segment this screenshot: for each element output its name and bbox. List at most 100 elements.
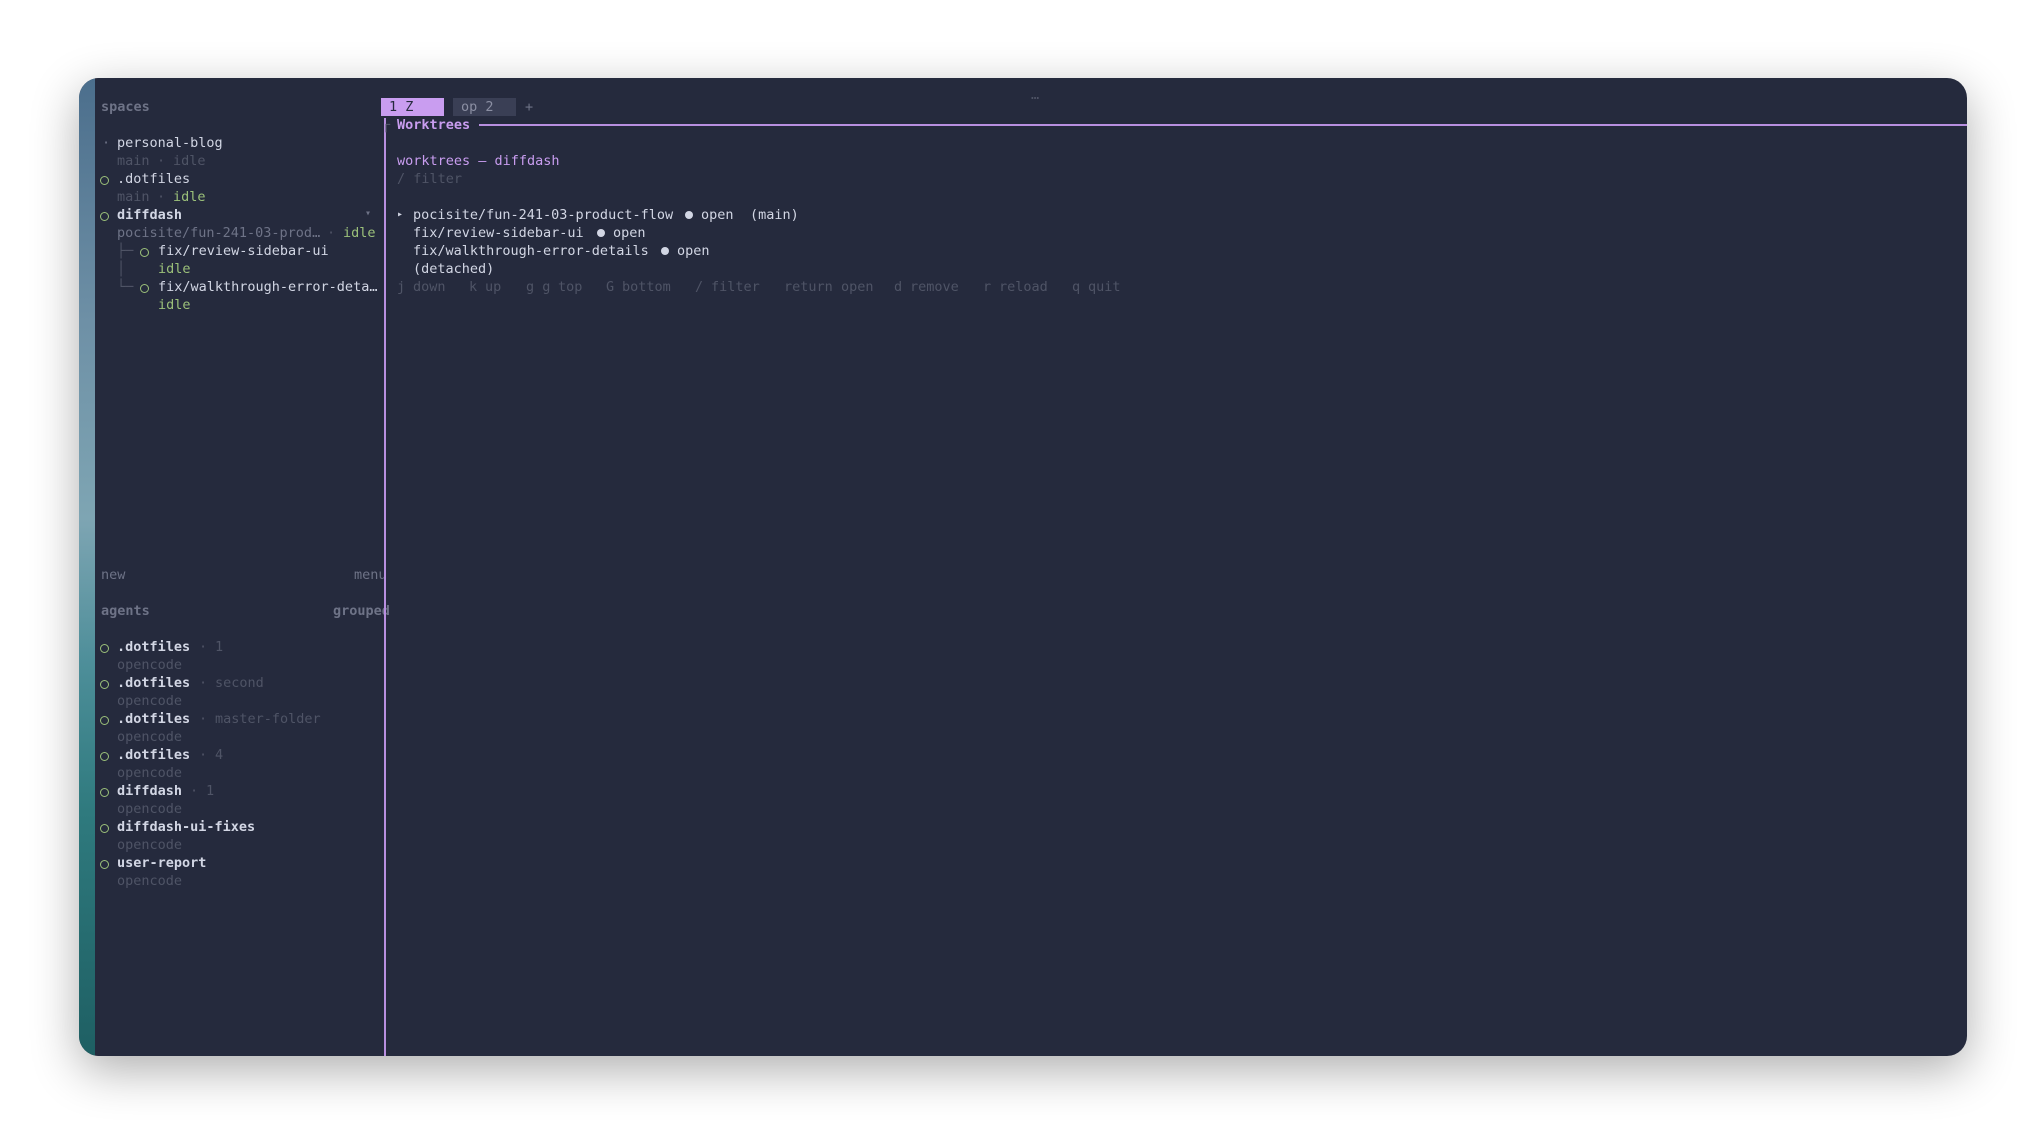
status-ring-icon: [100, 212, 109, 221]
agent-detail: 4: [215, 747, 224, 763]
status-ring-icon: [100, 860, 109, 869]
space-branch: main: [117, 189, 150, 205]
agent-tool: opencode: [117, 729, 183, 745]
new-button[interactable]: new: [101, 566, 125, 584]
worktree-row-name: fix/walkthrough-error-details: [413, 243, 649, 259]
worktree-row-extra: (main): [750, 207, 799, 223]
separator: ·: [199, 675, 208, 691]
separator: ·: [199, 711, 208, 727]
row-pointer-icon: ▸: [397, 209, 404, 220]
separator: ·: [190, 783, 199, 799]
key-hint-key: return: [784, 279, 833, 295]
key-hint-label: filter: [711, 279, 760, 295]
open-status-dot-icon: [685, 211, 693, 219]
worktree-status: idle: [158, 261, 191, 277]
key-hint-label: down: [413, 279, 446, 295]
key-hint-key: /: [695, 279, 704, 295]
open-status-dot-icon: [661, 247, 669, 255]
space-name: personal-blog: [117, 135, 223, 151]
pane-title: Worktrees: [397, 117, 471, 133]
pane-corner-icon: ┌: [382, 117, 391, 133]
status-ring-icon: [100, 788, 109, 797]
chevron-down-icon[interactable]: ▾: [365, 205, 371, 223]
agent-tool: opencode: [117, 657, 183, 673]
key-hint-label: open: [841, 279, 874, 295]
key-hint-label: remove: [910, 279, 959, 295]
status-ring-icon: [100, 644, 109, 653]
tree-branch-icon: ├─: [117, 243, 134, 259]
key-hint-label: top: [558, 279, 583, 295]
open-status-dot-icon: [597, 229, 605, 237]
ghostty-window: ghostty spaces · personal-blog main · id…: [79, 78, 1967, 1056]
status-ring-icon: [100, 176, 109, 185]
inactive-dot-icon: ·: [102, 135, 111, 151]
key-hint-label: up: [485, 279, 502, 295]
space-branch: main: [117, 153, 150, 169]
pane-divider[interactable]: [384, 118, 386, 1056]
worktree-row-state: open: [701, 207, 734, 223]
agent-name: .dotfiles: [117, 675, 191, 691]
separator: ·: [327, 225, 336, 241]
spaces-label: spaces: [101, 99, 150, 115]
key-hint-key: j: [397, 279, 406, 295]
status-ring-icon: [140, 248, 149, 257]
tree-end-icon: └─: [117, 279, 134, 295]
ellipsis-icon: …: [1031, 87, 1040, 103]
status-ring-icon: [100, 716, 109, 725]
status-ring-icon: [140, 284, 149, 293]
separator: ·: [199, 639, 208, 655]
separator: ·: [157, 189, 166, 205]
separator: ·: [157, 153, 166, 169]
worktree-name: fix/walkthrough-error-deta…: [158, 279, 378, 295]
agent-tool: opencode: [117, 693, 183, 709]
key-hint-key: d: [894, 279, 903, 295]
space-name: .dotfiles: [117, 171, 191, 187]
sidebar: spaces · personal-blog main · idle .dotf…: [95, 78, 398, 1056]
menu-button[interactable]: menu: [354, 566, 387, 584]
key-hint-key: g g: [526, 279, 551, 295]
tree-line-icon: │: [117, 261, 126, 277]
worktree-row-name: pocisite/fun-241-03-product-flow: [413, 207, 674, 223]
agents-label: agents: [101, 603, 150, 619]
space-status: idle: [173, 189, 206, 205]
agent-name: .dotfiles: [117, 639, 191, 655]
agent-detail: 1: [215, 639, 224, 655]
agent-detail: second: [215, 675, 264, 691]
worktree-row-name: (detached): [413, 261, 495, 277]
agent-name: diffdash-ui-fixes: [117, 819, 256, 835]
agent-name: diffdash: [117, 783, 183, 799]
agent-tool: opencode: [117, 837, 183, 853]
agent-tool: opencode: [117, 765, 183, 781]
key-hint-label: quit: [1088, 279, 1121, 295]
status-ring-icon: [100, 824, 109, 833]
space-status: idle: [173, 153, 206, 169]
agent-tool: opencode: [117, 873, 183, 889]
status-ring-icon: [100, 680, 109, 689]
worktrees-heading: worktrees — diffdash: [397, 153, 560, 169]
worktree-row-state: open: [613, 225, 646, 241]
desktop-wallpaper-strip: [79, 78, 95, 1056]
space-status: idle: [343, 225, 376, 241]
key-hint-key: k: [469, 279, 478, 295]
filter-input[interactable]: / filter: [397, 170, 462, 188]
agent-name: .dotfiles: [117, 711, 191, 727]
agent-detail: master-folder: [215, 711, 321, 727]
add-tab-button[interactable]: +: [525, 98, 533, 116]
key-hint-key: q: [1072, 279, 1081, 295]
worktree-row-name: fix/review-sidebar-ui: [413, 225, 584, 241]
tab-2[interactable]: op 2: [453, 98, 516, 116]
tab-1[interactable]: 1 Z: [381, 98, 444, 116]
space-name: diffdash: [117, 207, 183, 223]
separator: ·: [199, 747, 208, 763]
key-hint-label: reload: [999, 279, 1048, 295]
space-branch: pocisite/fun-241-03-prod…: [117, 225, 321, 241]
grouped-toggle[interactable]: grouped: [333, 602, 390, 620]
status-ring-icon: [100, 752, 109, 761]
worktree-row-state: open: [677, 243, 710, 259]
agent-tool: opencode: [117, 801, 183, 817]
worktree-status: idle: [158, 297, 191, 313]
worktree-name: fix/review-sidebar-ui: [158, 243, 329, 259]
agent-name: user-report: [117, 855, 207, 871]
agent-detail: 1: [206, 783, 215, 799]
key-hint-key: r: [983, 279, 992, 295]
